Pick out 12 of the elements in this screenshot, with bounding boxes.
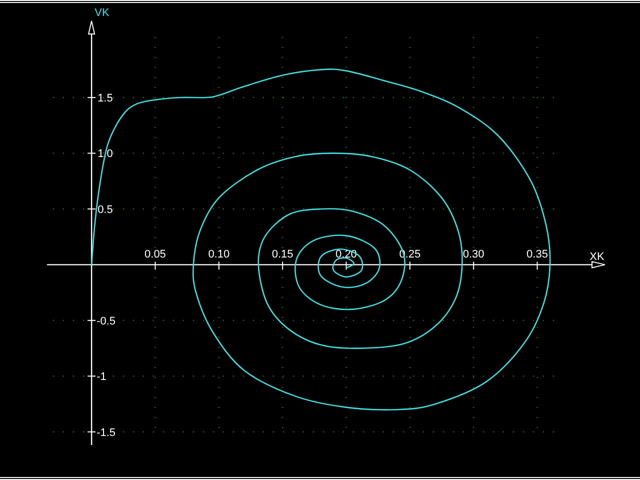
y-tick-label: -0.5: [96, 315, 116, 328]
y-tick-label: -1: [96, 371, 106, 384]
x-axis-label: XK: [590, 251, 604, 263]
y-tick-label: 1.5: [98, 92, 113, 105]
x-tick-label: 0.05: [144, 248, 166, 261]
y-tick-label: -1.5: [96, 426, 116, 439]
y-tick-label: 0.5: [98, 204, 113, 216]
x-tick-label: 0.15: [272, 248, 294, 261]
x-tick-label: 0.35: [526, 248, 548, 261]
y-axis-label: VK: [94, 7, 110, 19]
x-tick-label: 0.30: [462, 248, 484, 261]
x-tick-label: 0.10: [208, 248, 230, 261]
